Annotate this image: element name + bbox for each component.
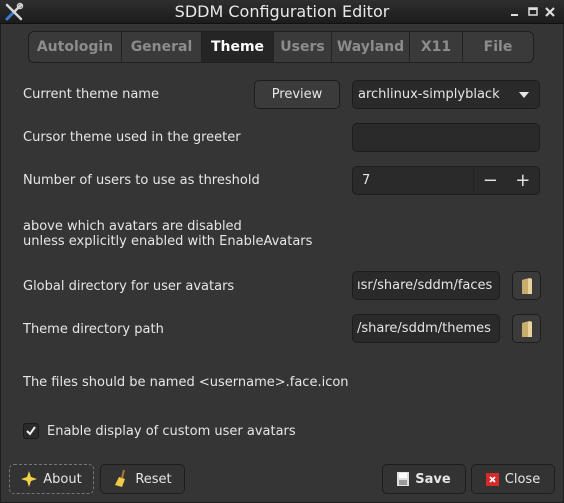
browse-theme-dir-button[interactable] <box>512 314 541 343</box>
folder-icon <box>521 277 532 294</box>
tab-users[interactable]: Users <box>274 32 332 62</box>
about-button[interactable]: About <box>9 464 94 494</box>
maximize-icon[interactable] <box>527 6 539 18</box>
broom-icon <box>115 470 126 487</box>
enable-avatars-label[interactable]: Enable display of custom user avatars <box>47 424 296 439</box>
threshold-value: 7 <box>362 173 371 188</box>
threshold-spinbox[interactable]: 7 − + <box>352 166 540 195</box>
tab-autologin[interactable]: Autologin <box>29 32 122 62</box>
cursor-theme-input[interactable] <box>352 123 540 152</box>
reset-label: Reset <box>135 471 172 487</box>
threshold-note-line2: unless explicitly enabled with EnableAva… <box>23 234 313 249</box>
tab-wayland[interactable]: Wayland <box>332 32 410 62</box>
files-note: The files should be named <username>.fac… <box>23 375 349 390</box>
tab-file[interactable]: File <box>463 32 533 62</box>
save-icon <box>397 472 410 486</box>
decrement-button[interactable]: − <box>474 167 507 194</box>
enable-avatars-checkbox[interactable] <box>23 423 39 439</box>
tab-theme[interactable]: Theme <box>202 32 274 62</box>
threshold-note-line1: above which avatars are disabled <box>23 219 242 234</box>
window-title: SDDM Configuration Editor <box>174 2 390 21</box>
increment-button[interactable]: + <box>507 167 540 194</box>
checkmark-icon <box>26 426 36 436</box>
tab-bar: Autologin General Theme Users Wayland X1… <box>28 31 534 63</box>
theme-select-value: archlinux-simplyblack <box>358 87 500 102</box>
minimize-icon[interactable] <box>509 6 521 18</box>
threshold-label: Number of users to use as threshold <box>23 173 260 188</box>
save-label: Save <box>415 471 451 487</box>
about-label: About <box>43 471 82 487</box>
close-x-icon <box>485 472 499 486</box>
cursor-theme-label: Cursor theme used in the greeter <box>23 130 241 145</box>
save-button[interactable]: Save <box>382 464 466 494</box>
preview-button[interactable]: Preview <box>254 80 340 109</box>
theme-select[interactable]: archlinux-simplyblack <box>352 80 540 109</box>
avatar-dir-label: Global directory for user avatars <box>23 279 235 294</box>
folder-icon <box>521 320 532 337</box>
browse-avatar-dir-button[interactable] <box>512 271 541 300</box>
sparkle-icon <box>21 471 38 487</box>
tab-x11[interactable]: X11 <box>410 32 463 62</box>
tab-general[interactable]: General <box>122 32 202 62</box>
close-icon[interactable] <box>544 6 556 18</box>
chevron-down-icon <box>519 92 529 98</box>
current-theme-label: Current theme name <box>23 87 159 102</box>
avatar-dir-input[interactable]: ısr/share/sddm/faces <box>352 271 500 300</box>
reset-button[interactable]: Reset <box>100 464 185 494</box>
theme-dir-label: Theme directory path <box>23 322 164 337</box>
close-button[interactable]: Close <box>471 464 555 494</box>
theme-dir-input[interactable]: /share/sddm/themes <box>352 314 500 343</box>
close-label: Close <box>504 471 541 487</box>
title-bar: SDDM Configuration Editor <box>0 0 564 24</box>
